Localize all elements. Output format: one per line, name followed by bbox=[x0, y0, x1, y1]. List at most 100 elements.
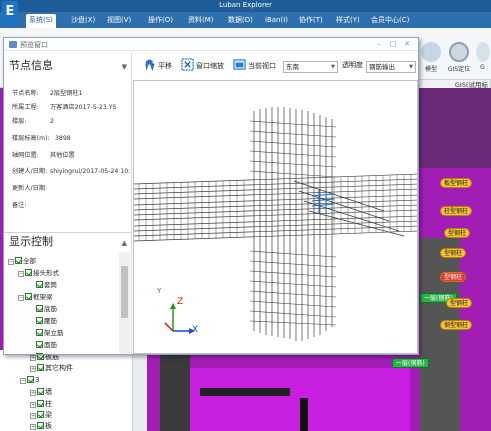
scene-beam bbox=[200, 388, 290, 396]
chevron-down-icon: ▼ bbox=[409, 64, 413, 70]
zoom-window-button[interactable]: 窗口缩放 bbox=[181, 58, 224, 72]
checkbox[interactable] bbox=[36, 305, 43, 312]
layer-tree-item[interactable]: + 其它构件 bbox=[30, 363, 73, 373]
ribbon-partial-button[interactable]: G bbox=[474, 42, 491, 71]
info-label: 楼层标高(m): bbox=[12, 135, 50, 142]
expander-icon[interactable]: + bbox=[30, 424, 36, 430]
menu-view[interactable]: 视图(V) bbox=[104, 14, 134, 26]
scene-tag[interactable]: 型钢柱 bbox=[440, 272, 467, 282]
checkbox[interactable] bbox=[37, 400, 44, 407]
checkbox[interactable] bbox=[37, 411, 44, 418]
info-label: 所属工程: bbox=[12, 104, 39, 111]
expander-icon[interactable]: − bbox=[8, 259, 14, 265]
tree-node-sleeve[interactable]: 套筒 bbox=[36, 280, 57, 291]
chevron-down-icon: ▼ bbox=[331, 64, 335, 70]
menu-member[interactable]: 会员中心(C) bbox=[368, 14, 412, 26]
tree-node-top-bar[interactable]: 面筋 bbox=[36, 340, 57, 351]
dialog-titlebar[interactable]: 预览窗口 – □ ✕ bbox=[4, 38, 418, 51]
ribbon-gis-button[interactable]: GIS定位 bbox=[446, 42, 472, 73]
checkbox[interactable] bbox=[25, 293, 32, 300]
minimize-icon[interactable]: – bbox=[374, 39, 384, 49]
menu-system[interactable]: 系统(S) bbox=[26, 14, 56, 28]
tree-node-stirrup[interactable]: 箍筋 bbox=[36, 352, 57, 354]
layer-tree-item[interactable]: + 梁 bbox=[30, 410, 52, 420]
info-value: shiyingrui/2017-05-24 10: bbox=[50, 168, 131, 175]
collapse-chevron-icon[interactable]: ▲ bbox=[122, 235, 127, 251]
tree-node-all[interactable]: − 全部 bbox=[8, 256, 36, 267]
current-view-select[interactable]: 东南 ▼ bbox=[283, 61, 338, 73]
expander-icon[interactable]: − bbox=[18, 295, 24, 301]
menu-sandbox[interactable]: 沙盘(X) bbox=[68, 14, 98, 26]
display-control-tree: − 全部 − 接头形式 套筒 − 框架梁 底筋 腰筋 架立筋 面筋 箍筋 bbox=[6, 252, 118, 354]
transparency-label: 透明度 bbox=[342, 61, 363, 69]
expander-icon[interactable]: − bbox=[20, 378, 26, 384]
checkbox[interactable] bbox=[37, 364, 44, 371]
info-row-note: 备注: bbox=[12, 200, 50, 211]
menu-collab[interactable]: 协作(T) bbox=[296, 14, 326, 26]
info-row-floor: 楼层: 2 bbox=[12, 116, 54, 127]
scene-tag[interactable]: 板型钢柱 bbox=[440, 178, 473, 188]
menu-data[interactable]: 数据(D) bbox=[225, 14, 256, 26]
expander-icon[interactable]: + bbox=[30, 402, 36, 408]
info-label: 创建人/日期: bbox=[12, 168, 48, 175]
tree-node-bottom-bar[interactable]: 底筋 bbox=[36, 304, 57, 315]
window-icon bbox=[9, 41, 17, 48]
checkbox[interactable] bbox=[25, 269, 32, 276]
layer-tree-item[interactable]: + 柱 bbox=[30, 399, 52, 409]
display-control-header[interactable]: 显示控制 ▲ bbox=[4, 234, 132, 250]
expander-icon[interactable]: + bbox=[30, 366, 36, 372]
menu-materials[interactable]: 资料(M) bbox=[185, 14, 217, 26]
ribbon-model-button[interactable]: 模型 bbox=[418, 42, 444, 73]
maximize-icon[interactable]: □ bbox=[388, 39, 398, 49]
expander-icon[interactable]: − bbox=[18, 271, 24, 277]
expander-icon[interactable]: + bbox=[30, 413, 36, 419]
ribbon-partial-icon bbox=[475, 42, 490, 62]
scene-tag[interactable]: 型钢柱 bbox=[446, 298, 473, 308]
scene-tag[interactable]: 柱型钢柱 bbox=[440, 206, 473, 216]
pan-button[interactable]: 平移 bbox=[143, 58, 172, 72]
info-row-name: 节点名称: 2层型钢柱1 bbox=[12, 88, 83, 99]
close-icon[interactable]: ✕ bbox=[402, 39, 412, 49]
gis-icon bbox=[449, 42, 469, 62]
layer-tree-scrollbar[interactable] bbox=[133, 350, 147, 431]
tree-node-joint[interactable]: − 接头形式 bbox=[18, 268, 59, 279]
scene-tag[interactable]: 钢型钢柱 bbox=[440, 320, 473, 330]
menu-style[interactable]: 样式(Y) bbox=[333, 14, 363, 26]
checkbox[interactable] bbox=[36, 353, 43, 354]
menu-operation[interactable]: 操作(O) bbox=[145, 14, 176, 26]
tree-scrollbar[interactable] bbox=[119, 252, 130, 354]
node-info-header[interactable]: 节点信息 ▼ bbox=[4, 58, 132, 74]
current-view-value: 东南 bbox=[286, 63, 299, 71]
luban-explorer-window: Luban Explorer E 系统(S) 沙盘(X) 视图(V) 操作(O)… bbox=[0, 0, 491, 431]
app-logo[interactable]: E bbox=[2, 1, 18, 23]
checkbox[interactable] bbox=[27, 376, 34, 383]
3d-viewport[interactable]: Z Y X bbox=[133, 80, 418, 354]
scene-tag[interactable]: 型钢柱 bbox=[444, 228, 471, 238]
menu-iban[interactable]: iBan(I) bbox=[262, 14, 291, 26]
checkbox[interactable] bbox=[36, 317, 43, 324]
axis-z-label: Z bbox=[177, 297, 184, 307]
checkbox[interactable] bbox=[37, 422, 44, 429]
expander-icon[interactable]: + bbox=[30, 390, 36, 396]
scrollbar-thumb[interactable] bbox=[121, 266, 128, 318]
viewer-toolbar: 平移 窗口缩放 当前视口 东南 ▼ 透明度 钢筋输出 ▼ bbox=[133, 52, 418, 77]
checkbox[interactable] bbox=[36, 329, 43, 336]
checkbox[interactable] bbox=[15, 257, 22, 264]
tree-node-waist-bar[interactable]: 腰筋 bbox=[36, 316, 57, 327]
checkbox[interactable] bbox=[37, 388, 44, 395]
node-info-heading: 节点信息 bbox=[9, 59, 53, 72]
transparency-select[interactable]: 钢筋输出 ▼ bbox=[366, 61, 416, 73]
layer-tree-item[interactable]: −3 bbox=[20, 375, 39, 385]
checkbox[interactable] bbox=[36, 341, 43, 348]
scene-tag[interactable]: 一层(钢筋) bbox=[392, 358, 429, 368]
tree-node-erection-bar[interactable]: 架立筋 bbox=[36, 328, 64, 339]
layer-tree-item[interactable]: + 墙 bbox=[30, 387, 52, 397]
collapse-chevron-icon[interactable]: ▼ bbox=[122, 59, 127, 75]
layer-tree-item[interactable]: + 板 bbox=[30, 421, 52, 431]
info-row-elevation: 楼层标高(m): 3898 bbox=[12, 133, 71, 144]
checkbox[interactable] bbox=[36, 281, 43, 288]
tree-node-frame-beam[interactable]: − 框架梁 bbox=[18, 292, 53, 303]
tree-label: 底筋 bbox=[44, 305, 57, 313]
expander-icon[interactable]: + bbox=[30, 355, 36, 361]
scene-tag[interactable]: 型钢柱 bbox=[440, 248, 467, 258]
